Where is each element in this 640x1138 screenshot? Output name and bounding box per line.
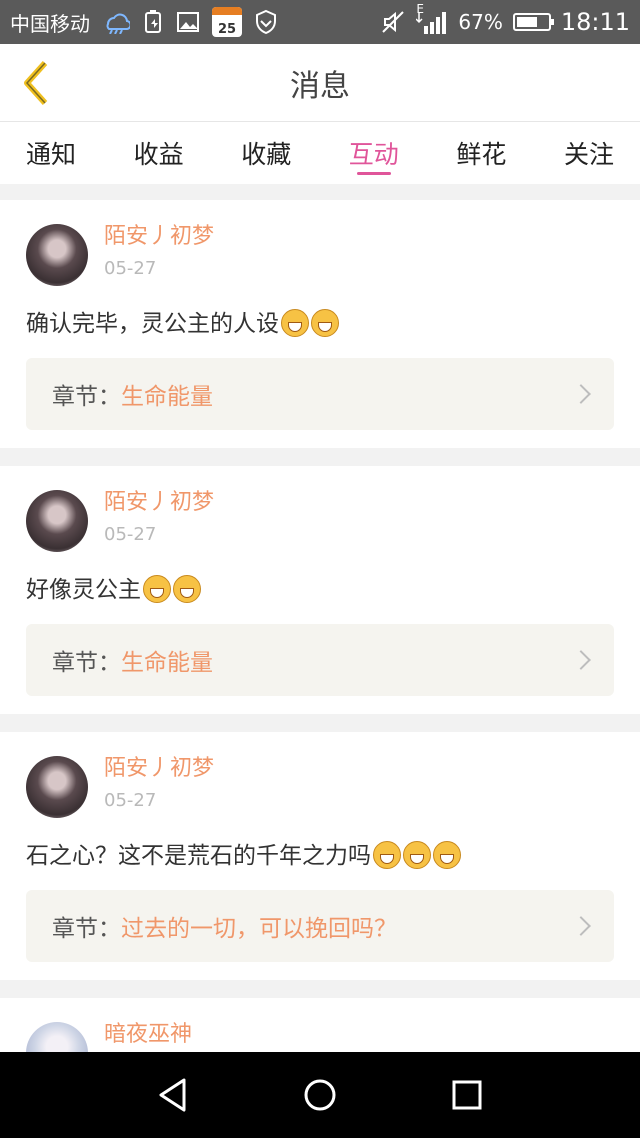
message-text-content: 确认完毕，灵公主的人设 — [26, 311, 279, 337]
message-list: 陌安丿初梦 05-27 确认完毕，灵公主的人设 章节： 生命能量 陌安丿初梦 05-27 好像… — [0, 200, 640, 1052]
grin-emoji-icon — [403, 840, 431, 869]
message-text: 石之心？这不是荒石的千年之力吗 — [26, 840, 614, 872]
username[interactable]: 陌安丿初梦 — [104, 754, 214, 784]
avatar[interactable] — [26, 756, 88, 818]
network-type: E — [416, 2, 424, 16]
message-date: 05-27 — [104, 258, 157, 279]
message-card[interactable]: 暗夜巫神 — [0, 998, 640, 1052]
chapter-title: 过去的一切，可以挽回吗？ — [121, 916, 397, 942]
carrier-name: 中国移动 — [10, 11, 90, 36]
message-date: 05-27 — [104, 524, 157, 545]
gallery-icon — [176, 11, 200, 33]
username[interactable]: 陌安丿初梦 — [104, 222, 214, 252]
grin-emoji-icon — [373, 840, 401, 869]
chapter-title: 生命能量 — [121, 650, 213, 676]
tab-bar: 通知 收益 收藏 互动 鲜花 关注 — [0, 122, 640, 184]
clock: 18:11 — [560, 8, 630, 36]
username[interactable]: 暗夜巫神 — [104, 1020, 192, 1050]
page-title: 消息 — [290, 68, 350, 104]
avatar[interactable] — [26, 224, 88, 286]
back-button[interactable] — [16, 58, 56, 108]
grin-emoji-icon — [281, 308, 309, 337]
message-card[interactable]: 陌安丿初梦 05-27 石之心？这不是荒石的千年之力吗章节： 过去的一切，可以挽回吗？ — [0, 732, 640, 980]
signal-icon: E — [416, 2, 448, 34]
message-text-content: 石之心？这不是荒石的千年之力吗 — [26, 843, 371, 869]
grin-emoji-icon — [173, 574, 201, 603]
status-bar: 中国移动 25 E 67% 18:11 — [0, 0, 640, 44]
avatar[interactable] — [26, 490, 88, 552]
chapter-link[interactable]: 章节： 生命能量 — [26, 358, 614, 430]
tab-3[interactable]: 互动 — [349, 122, 399, 184]
tab-2[interactable]: 收藏 — [241, 122, 291, 184]
chevron-right-icon — [571, 384, 591, 404]
chapter-label: 章节： — [52, 384, 121, 410]
grin-emoji-icon — [311, 308, 339, 337]
tab-1[interactable]: 收益 — [134, 122, 184, 184]
chapter-link[interactable]: 章节： 过去的一切，可以挽回吗？ — [26, 890, 614, 962]
battery-icon — [512, 13, 554, 31]
calendar-icon: 25 — [212, 7, 242, 37]
message-card[interactable]: 陌安丿初梦 05-27 好像灵公主章节： 生命能量 — [0, 466, 640, 714]
tab-4[interactable]: 鲜花 — [456, 122, 506, 184]
chapter-link[interactable]: 章节： 生命能量 — [26, 624, 614, 696]
tab-5[interactable]: 关注 — [564, 122, 614, 184]
grin-emoji-icon — [433, 840, 461, 869]
back-arrow-icon — [24, 60, 48, 106]
message-text: 确认完毕，灵公主的人设 — [26, 308, 614, 340]
weather-icon — [102, 10, 130, 34]
app-header: 消息 — [0, 44, 640, 122]
square-recent-icon — [452, 1080, 482, 1110]
tab-0[interactable]: 通知 — [26, 122, 76, 184]
avatar[interactable] — [26, 1022, 88, 1052]
system-nav-bar — [0, 1052, 640, 1138]
calendar-day: 25 — [217, 22, 237, 37]
grin-emoji-icon — [143, 574, 171, 603]
chapter-label: 章节： — [52, 650, 121, 676]
message-text-content: 好像灵公主 — [26, 577, 141, 603]
message-card[interactable]: 陌安丿初梦 05-27 确认完毕，灵公主的人设章节： 生命能量 — [0, 200, 640, 448]
message-text: 好像灵公主 — [26, 574, 614, 606]
circle-home-icon — [304, 1079, 336, 1111]
mute-icon — [380, 9, 406, 35]
chapter-title: 生命能量 — [121, 384, 213, 410]
message-date: 05-27 — [104, 790, 157, 811]
nav-recent-button[interactable] — [437, 1065, 497, 1125]
chevron-right-icon — [571, 916, 591, 936]
battery-saver-icon — [142, 10, 164, 34]
triangle-back-icon — [159, 1078, 186, 1112]
nav-back-button[interactable] — [143, 1065, 203, 1125]
chevron-right-icon — [571, 650, 591, 670]
chapter-label: 章节： — [52, 916, 121, 942]
nav-home-button[interactable] — [290, 1065, 350, 1125]
username[interactable]: 陌安丿初梦 — [104, 488, 214, 518]
battery-percent: 67% — [458, 10, 503, 34]
shield-icon — [254, 9, 278, 35]
